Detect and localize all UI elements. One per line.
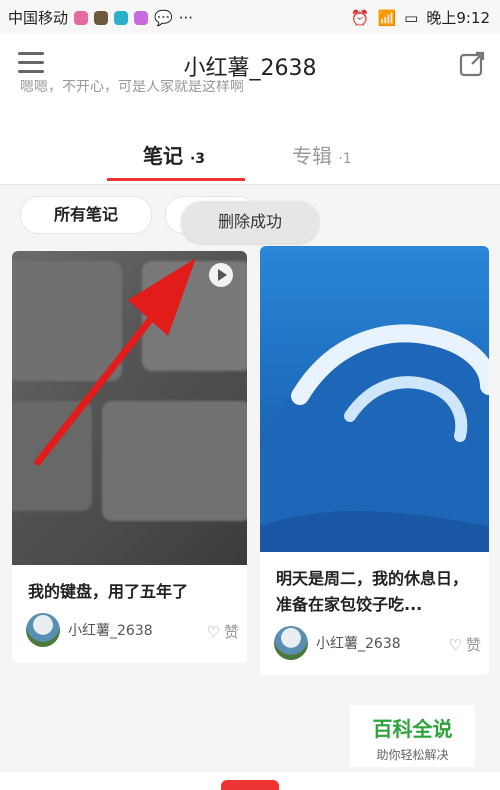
play-icon xyxy=(209,263,233,287)
carrier-text: 中国移动 xyxy=(8,9,69,27)
tab-notes[interactable]: 笔记 ·3 xyxy=(143,140,205,169)
heart-icon: ♡ xyxy=(448,635,462,654)
more-notifications-icon: ··· xyxy=(178,8,194,27)
note-title: 明天是周二，我的休息日，准备在家包饺子吃... xyxy=(276,569,469,614)
share-icon[interactable] xyxy=(458,50,486,78)
heart-icon: ♡ xyxy=(206,622,220,641)
profile-bio: 嗯嗯，不开心，可是人家就是这样啊 xyxy=(20,80,244,94)
alarm-icon: ⏰ xyxy=(350,8,370,27)
keyboard-key xyxy=(102,401,247,521)
app-notification-icon xyxy=(94,10,109,25)
tab-albums-count: ·1 xyxy=(338,151,352,167)
watermark-main: 百科全说 xyxy=(372,717,453,741)
author-name: 小红薯_2638 xyxy=(68,623,153,639)
wave-illustration xyxy=(260,324,489,552)
tab-notes-count: ·3 xyxy=(189,151,206,167)
status-left: 中国移动 💬 ··· xyxy=(8,7,193,28)
keyboard-key xyxy=(12,401,92,511)
avatar xyxy=(26,613,60,647)
active-tab-indicator xyxy=(107,178,245,181)
tab-albums-label: 专辑 xyxy=(292,144,332,168)
note-image-keyboard xyxy=(12,251,247,565)
tab-albums[interactable]: 专辑 ·1 xyxy=(292,140,352,169)
like-label: 赞 xyxy=(465,636,481,654)
toast-message: 删除成功 xyxy=(181,201,319,243)
note-card[interactable]: 我的键盘，用了五年了 小红薯_2638 ♡ 赞 xyxy=(12,251,247,663)
status-right: ⏰ 📶 ▭ 晚上9:12 xyxy=(351,7,490,28)
like-button[interactable]: ♡ 赞 xyxy=(207,621,239,642)
keyboard-key xyxy=(12,261,122,381)
app-notification-icon xyxy=(114,10,129,25)
baike-watermark: 百科全说 助你轻松解决 xyxy=(350,705,475,767)
bottom-publish-button[interactable] xyxy=(221,780,279,790)
battery-icon: ▭ xyxy=(404,8,419,27)
like-button[interactable]: ♡ 赞 xyxy=(449,634,481,655)
like-label: 赞 xyxy=(223,623,239,641)
wifi-icon: 📶 xyxy=(377,8,397,27)
profile-header: 小红薯_2638 嗯嗯，不开心，可是人家就是这样啊 xyxy=(0,34,500,123)
page-title: 小红薯_2638 xyxy=(183,56,317,81)
avatar xyxy=(274,626,308,660)
message-icon: 💬 xyxy=(154,8,173,27)
note-title: 我的键盘，用了五年了 xyxy=(28,582,189,601)
filter-all-notes[interactable]: 所有笔记 xyxy=(20,196,152,234)
tab-bar: 笔记 ·3 专辑 ·1 xyxy=(0,122,500,185)
tab-notes-label: 笔记 xyxy=(143,144,183,168)
note-author[interactable]: 小红薯_2638 xyxy=(274,626,401,660)
clock-text: 晚上9:12 xyxy=(426,9,490,27)
note-image-wave xyxy=(260,246,489,552)
note-author[interactable]: 小红薯_2638 xyxy=(26,613,153,647)
watermark-sub: 助你轻松解决 xyxy=(376,748,449,762)
note-card[interactable]: 明天是周二，我的休息日，准备在家包饺子吃... 小红薯_2638 ♡ 赞 xyxy=(260,246,489,675)
app-notification-icon xyxy=(134,10,149,25)
app-notification-icon xyxy=(74,10,89,25)
status-bar: 中国移动 💬 ··· ⏰ 📶 ▭ 晚上9:12 xyxy=(0,0,500,34)
author-name: 小红薯_2638 xyxy=(316,636,401,652)
